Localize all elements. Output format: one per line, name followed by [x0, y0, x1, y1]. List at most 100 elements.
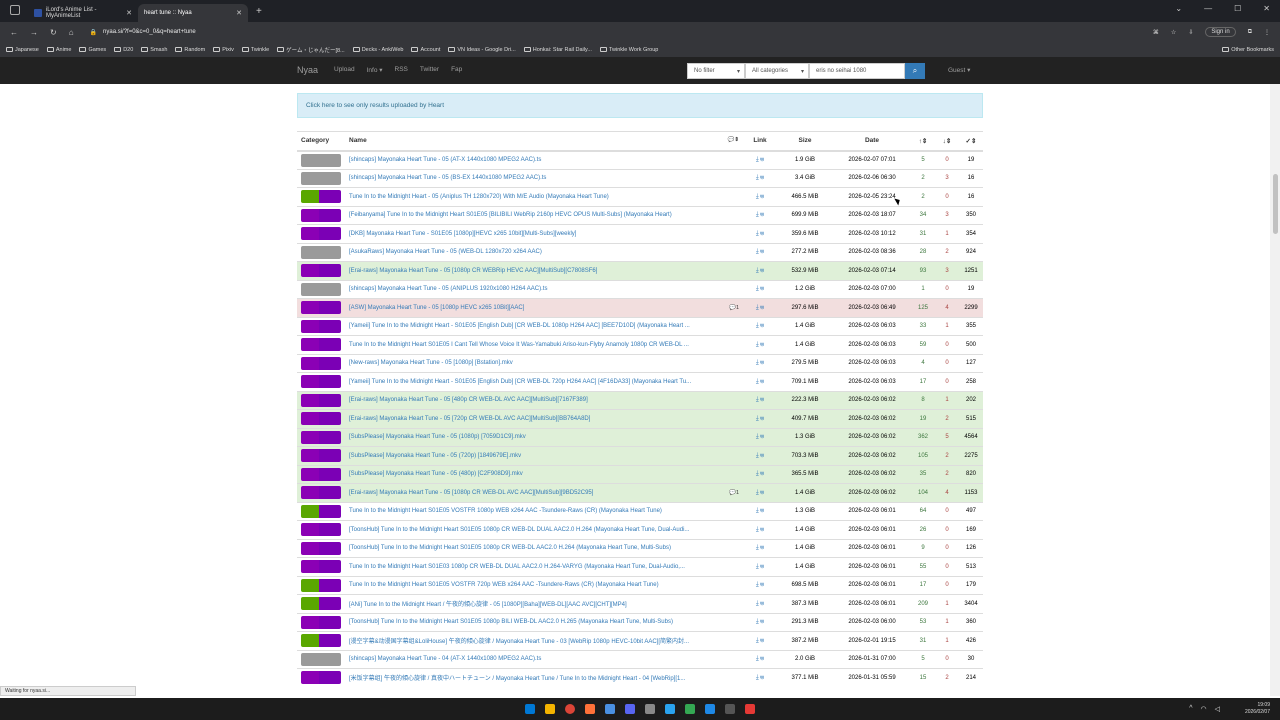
search-input[interactable]: eris no seihai 1080 — [809, 63, 905, 79]
category-badge-icon[interactable] — [301, 486, 341, 500]
magnet-icon[interactable]: ⋓ — [761, 156, 765, 163]
category-badge-icon[interactable] — [301, 652, 341, 666]
nav-upload[interactable]: Upload — [334, 66, 355, 74]
table-row[interactable]: [Feibanyama] Tune In to the Midnight Hea… — [297, 205, 983, 225]
magnet-icon[interactable]: ⋓ — [761, 359, 765, 366]
magnet-icon[interactable]: ⋓ — [761, 230, 765, 237]
category-badge-icon[interactable] — [301, 615, 341, 629]
app-icon[interactable] — [725, 704, 735, 714]
category-cell[interactable] — [297, 631, 345, 650]
torrent-name[interactable]: [New-raws] Mayonaka Heart Tune - 05 [108… — [345, 353, 743, 373]
category-badge-icon[interactable] — [301, 227, 341, 241]
menu-icon[interactable]: ⋮ — [1264, 29, 1270, 36]
download-icon[interactable]: ⤓ — [756, 526, 759, 533]
home-icon[interactable]: ⌂ — [69, 28, 74, 37]
torrent-name[interactable]: [shincaps] Mayonaka Heart Tune - 05 (BS-… — [345, 168, 743, 188]
category-badge-icon[interactable] — [301, 430, 341, 444]
table-row[interactable]: [SubsPlease] Mayonaka Heart Tune - 05 (1… — [297, 427, 983, 447]
url-field[interactable]: 🔒 nyaa.si/?f=0&c=0_0&q=heart+tune — [85, 24, 1141, 40]
torrent-name[interactable]: [shincaps] Mayonaka Heart Tune - 04 (AT-… — [345, 649, 743, 669]
download-icon[interactable]: ⤓ — [756, 581, 759, 588]
category-cell[interactable] — [297, 168, 345, 188]
category-cell[interactable] — [297, 649, 345, 669]
category-badge-icon[interactable] — [301, 190, 341, 204]
discord-icon[interactable] — [625, 704, 635, 714]
tab-search-icon[interactable]: ⌄ — [1175, 4, 1182, 13]
table-row[interactable]: [Erai-raws] Mayonaka Heart Tune - 05 [72… — [297, 409, 983, 428]
category-badge-icon[interactable] — [301, 301, 341, 315]
magnet-icon[interactable]: ⋓ — [761, 378, 765, 385]
category-badge-icon[interactable] — [301, 467, 341, 481]
category-cell[interactable] — [297, 409, 345, 428]
back-icon[interactable]: ← — [10, 28, 18, 37]
download-icon[interactable]: ⤓ — [756, 230, 759, 237]
magnet-icon[interactable]: ⋓ — [761, 581, 765, 588]
comments-sort-icon[interactable]: 💬⇕ — [728, 137, 739, 143]
category-badge-icon[interactable] — [301, 245, 341, 259]
magnet-icon[interactable]: ⋓ — [761, 526, 765, 533]
table-row[interactable]: [Erai-raws] Mayonaka Heart Tune - 05 [10… — [297, 483, 983, 502]
new-tab-icon[interactable]: + — [256, 6, 262, 17]
tab-nyaa[interactable]: heart tune :: Nyaa ✕ — [138, 4, 248, 22]
category-cell[interactable] — [297, 612, 345, 632]
table-row[interactable]: [shincaps] Mayonaka Heart Tune - 05 (AT-… — [297, 150, 983, 169]
download-icon[interactable]: ⤓ — [756, 544, 759, 551]
bookmark-item[interactable]: Random — [175, 47, 205, 53]
category-cell[interactable] — [297, 224, 345, 243]
bookmark-item[interactable]: ゲーム・じゃんだー[8... — [277, 46, 345, 54]
table-row[interactable]: [shincaps] Mayonaka Heart Tune - 04 (AT-… — [297, 649, 983, 669]
table-row[interactable]: [shincaps] Mayonaka Heart Tune - 05 (BS-… — [297, 168, 983, 188]
category-cell[interactable] — [297, 483, 345, 502]
table-row[interactable]: [shincaps] Mayonaka Heart Tune - 05 (ANI… — [297, 279, 983, 299]
category-cell[interactable] — [297, 594, 345, 613]
torrent-name[interactable]: [shincaps] Mayonaka Heart Tune - 05 (AT-… — [345, 150, 743, 169]
torrent-name[interactable]: [ToonsHub] Tune In to the Midnight Heart… — [345, 538, 743, 558]
download-icon[interactable]: ⤓ — [756, 452, 759, 459]
comment-count[interactable]: 💬1 — [729, 305, 739, 311]
magnet-icon[interactable]: ⋓ — [761, 618, 765, 625]
magnet-icon[interactable]: ⋓ — [761, 193, 765, 200]
close-tab-icon[interactable]: ✕ — [126, 9, 132, 17]
torrent-name[interactable]: [SubsPlease] Mayonaka Heart Tune - 05 (1… — [345, 427, 743, 447]
table-row[interactable]: [ToonsHub] Tune In to the Midnight Heart… — [297, 612, 983, 632]
category-badge-icon[interactable] — [301, 264, 341, 278]
torrent-name[interactable]: [SubsPlease] Mayonaka Heart Tune - 05 (4… — [345, 464, 743, 484]
category-cell[interactable] — [297, 335, 345, 354]
category-badge-icon[interactable] — [301, 412, 341, 426]
category-cell[interactable] — [297, 464, 345, 484]
magnet-icon[interactable]: ⋓ — [761, 322, 765, 329]
table-row[interactable]: [Erai-raws] Mayonaka Heart Tune - 05 [48… — [297, 390, 983, 410]
app-icon[interactable] — [605, 704, 615, 714]
chrome-icon[interactable] — [565, 704, 575, 714]
category-cell[interactable] — [297, 427, 345, 447]
table-row[interactable]: [SubsPlease] Mayonaka Heart Tune - 05 (7… — [297, 446, 983, 465]
torrent-name[interactable]: [Erai-raws] Mayonaka Heart Tune - 05 [10… — [345, 483, 743, 502]
table-row[interactable]: Tune In to the Midnight Heart S01E05 I C… — [297, 335, 983, 354]
translate-icon[interactable]: ⌘ — [1153, 29, 1159, 36]
category-badge-icon[interactable] — [301, 282, 341, 296]
sign-in-button[interactable]: Sign in — [1205, 27, 1236, 37]
volume-icon[interactable]: ◁ — [1215, 705, 1220, 713]
table-row[interactable]: [AsukaRaws] Mayonaka Heart Tune - 05 (WE… — [297, 242, 983, 262]
torrent-name[interactable]: [ToonsHub] Tune In to the Midnight Heart… — [345, 520, 743, 539]
category-badge-icon[interactable] — [301, 375, 341, 389]
category-cell[interactable] — [297, 316, 345, 336]
download-icon[interactable]: ⤓ — [756, 248, 759, 255]
magnet-icon[interactable]: ⋓ — [761, 674, 765, 681]
category-cell[interactable] — [297, 372, 345, 391]
clock-date[interactable]: 2026/02/07 — [1245, 709, 1270, 716]
nav-info[interactable]: Info ▾ — [367, 66, 383, 74]
torrent-name[interactable]: [ToonsHub] Tune In to the Midnight Heart… — [345, 612, 743, 632]
clock-time[interactable]: 19:09 — [1245, 702, 1270, 709]
category-cell[interactable] — [297, 446, 345, 465]
download-icon[interactable]: ⤓ — [756, 378, 759, 385]
torrent-name[interactable]: [shincaps] Mayonaka Heart Tune - 05 (ANI… — [345, 279, 743, 299]
table-row[interactable]: Tune In to the Midnight Heart - 05 (Anip… — [297, 187, 983, 206]
download-icon[interactable]: ⤓ — [756, 674, 759, 681]
scrollbar-thumb[interactable] — [1273, 174, 1278, 234]
close-window-icon[interactable]: ✕ — [1263, 4, 1270, 13]
page-scrollbar[interactable] — [1270, 84, 1280, 696]
category-cell[interactable] — [297, 501, 345, 521]
category-cell[interactable] — [297, 261, 345, 280]
category-badge-icon[interactable] — [301, 671, 341, 685]
